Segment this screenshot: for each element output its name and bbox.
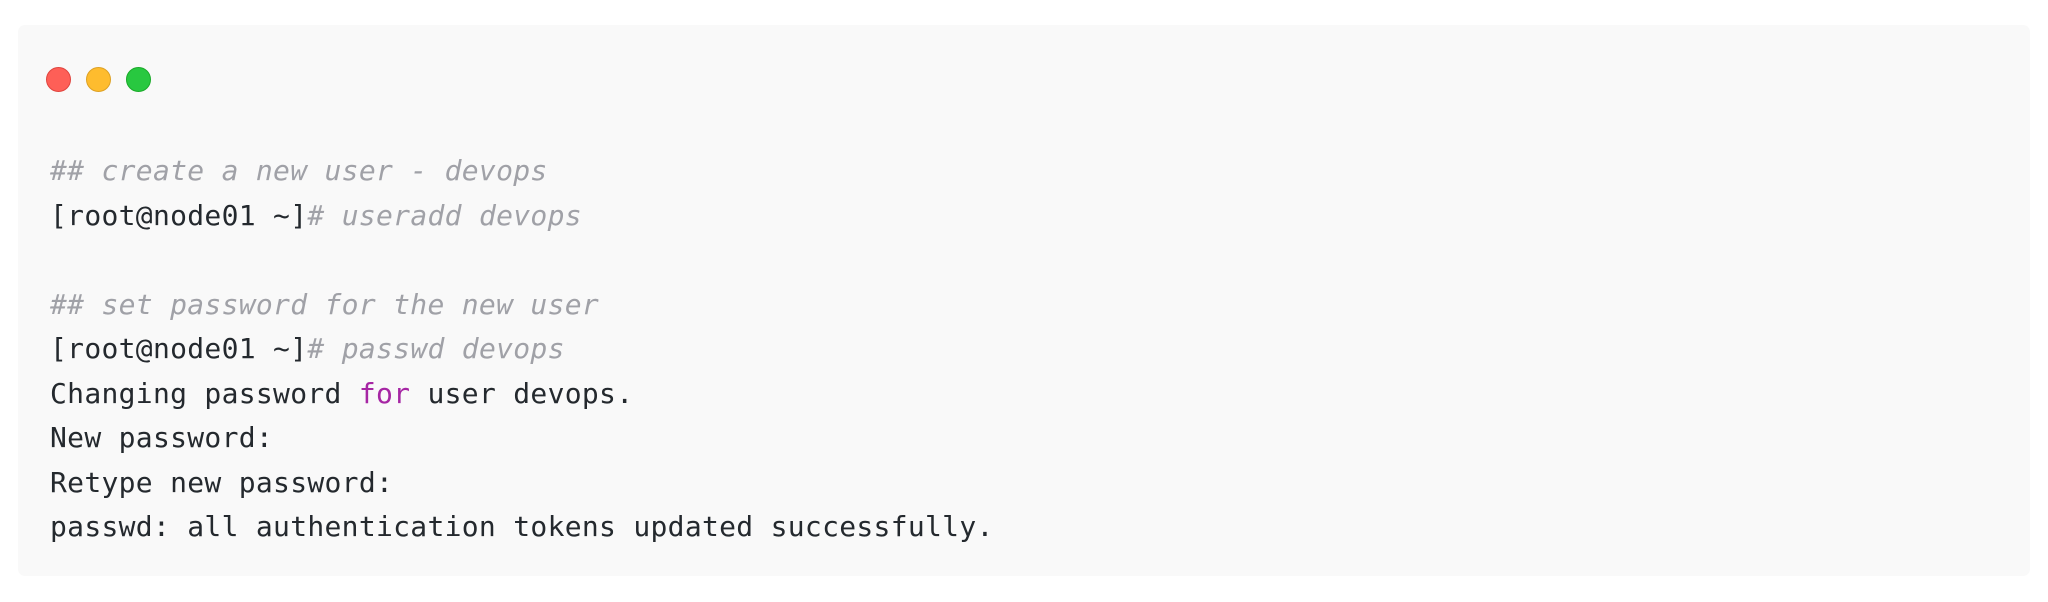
code-window: ## create a new user - devops [root@node… <box>18 25 2030 576</box>
code-line: Changing password for user devops. <box>50 372 994 417</box>
window-controls <box>46 67 151 92</box>
comment-text: ## create a new user - devops <box>50 154 548 187</box>
code-line: [root@node01 ~]# useradd devops <box>50 194 994 239</box>
shell-prompt: [root@node01 ~] <box>50 332 308 365</box>
minimize-button[interactable] <box>86 67 111 92</box>
command-text: # passwd devops <box>307 332 565 365</box>
code-line: ## create a new user - devops <box>50 149 994 194</box>
code-line: Retype new password: <box>50 461 994 506</box>
shell-prompt: [root@node01 ~] <box>50 198 308 232</box>
output-text: Changing password <box>50 376 359 410</box>
keyword-text: for <box>358 376 411 410</box>
output-text: New password: <box>50 421 274 454</box>
command-text: # useradd devops <box>307 198 582 232</box>
zoom-button[interactable] <box>126 67 151 92</box>
code-line: [root@node01 ~]# passwd devops <box>50 327 994 372</box>
comment-text: ## set password for the new user <box>50 287 600 321</box>
output-text: Retype new password: <box>50 465 394 499</box>
output-text: user devops. <box>410 376 634 410</box>
code-block: ## create a new user - devops [root@node… <box>50 149 994 550</box>
close-button[interactable] <box>46 67 71 92</box>
code-line: passwd: all authentication tokens update… <box>50 505 994 550</box>
code-line: New password: <box>50 416 994 461</box>
output-text: passwd: all authentication tokens update… <box>50 510 994 543</box>
code-line: ## set password for the new user <box>50 283 994 328</box>
